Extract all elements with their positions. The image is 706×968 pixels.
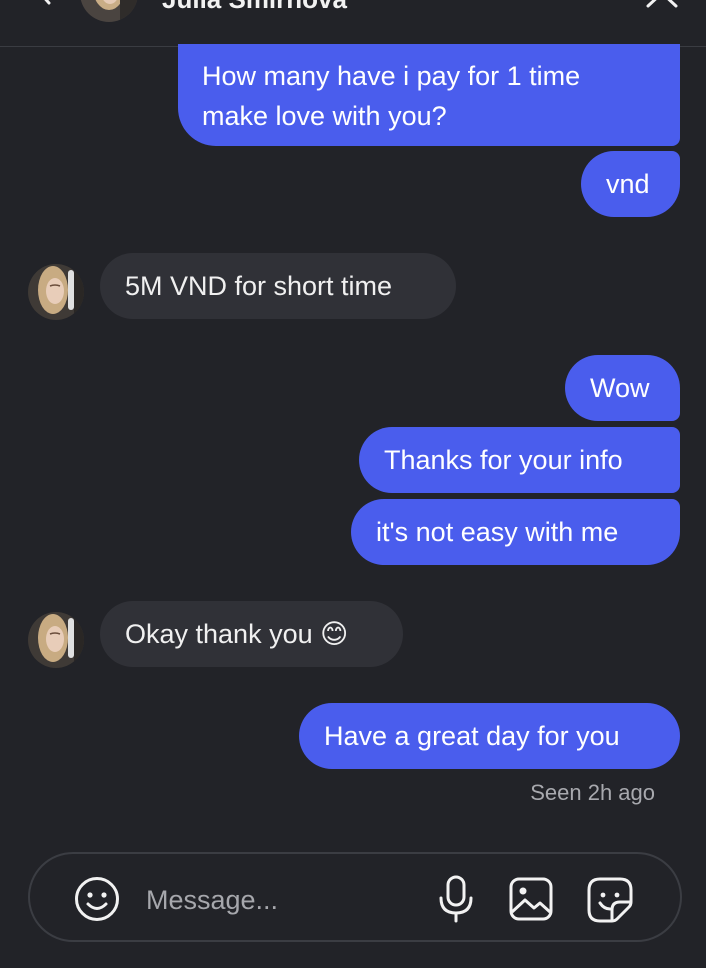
- seen-status: Seen 2h ago: [530, 780, 655, 805]
- sticker-button[interactable]: [586, 876, 634, 924]
- message-text: it's not easy with me: [376, 517, 619, 547]
- message-text: Have a great day for you: [324, 721, 620, 751]
- message-text: vnd: [606, 169, 650, 199]
- message-bubble-incoming[interactable]: 5M VND for short time: [100, 253, 456, 319]
- profile-photo: [28, 612, 84, 668]
- message-text: make love with you?: [202, 101, 447, 131]
- smiley-icon: [75, 877, 119, 921]
- close-icon: [646, 0, 678, 8]
- message-bubble-outgoing[interactable]: Thanks for your info: [359, 427, 680, 493]
- message-bubble-outgoing[interactable]: Wow: [565, 355, 680, 421]
- contact-avatar[interactable]: [80, 0, 138, 22]
- message-text: Thanks for your info: [384, 445, 623, 475]
- voice-message-button[interactable]: [436, 874, 476, 924]
- message-text: 5M VND for short time: [125, 271, 393, 301]
- profile-photo: [28, 264, 84, 320]
- message-text: Wow: [590, 373, 650, 403]
- message-input[interactable]: [144, 878, 428, 922]
- message-composer: [28, 852, 682, 942]
- microphone-icon: [439, 875, 473, 923]
- chat-window: Julia Smirnova How many have i pay for 1…: [0, 0, 706, 968]
- back-button[interactable]: [32, 0, 58, 6]
- minimize-button[interactable]: [570, 0, 598, 10]
- message-bubble-outgoing[interactable]: it's not easy with me: [351, 499, 680, 565]
- image-icon: [509, 877, 553, 921]
- message-text: Okay thank you 😊: [125, 619, 349, 649]
- message-bubble-outgoing[interactable]: How many have i pay for 1 time make love…: [178, 44, 680, 146]
- contact-name[interactable]: Julia Smirnova: [162, 0, 347, 15]
- sender-avatar[interactable]: [28, 264, 84, 320]
- message-text: How many have i pay for 1 time: [202, 61, 581, 91]
- message-bubble-incoming[interactable]: Okay thank you 😊: [100, 601, 403, 667]
- sender-avatar[interactable]: [28, 612, 84, 668]
- emoji-button[interactable]: [74, 876, 120, 922]
- minimize-icon: [570, 0, 598, 10]
- chevron-left-icon: [44, 0, 51, 5]
- chat-header: Julia Smirnova: [0, 0, 706, 47]
- add-photo-button[interactable]: [508, 876, 554, 922]
- profile-photo: [80, 0, 138, 22]
- message-bubble-outgoing[interactable]: Have a great day for you: [299, 703, 680, 769]
- message-bubble-outgoing[interactable]: vnd: [581, 151, 680, 217]
- sticker-icon: [587, 877, 633, 923]
- close-button[interactable]: [642, 0, 682, 10]
